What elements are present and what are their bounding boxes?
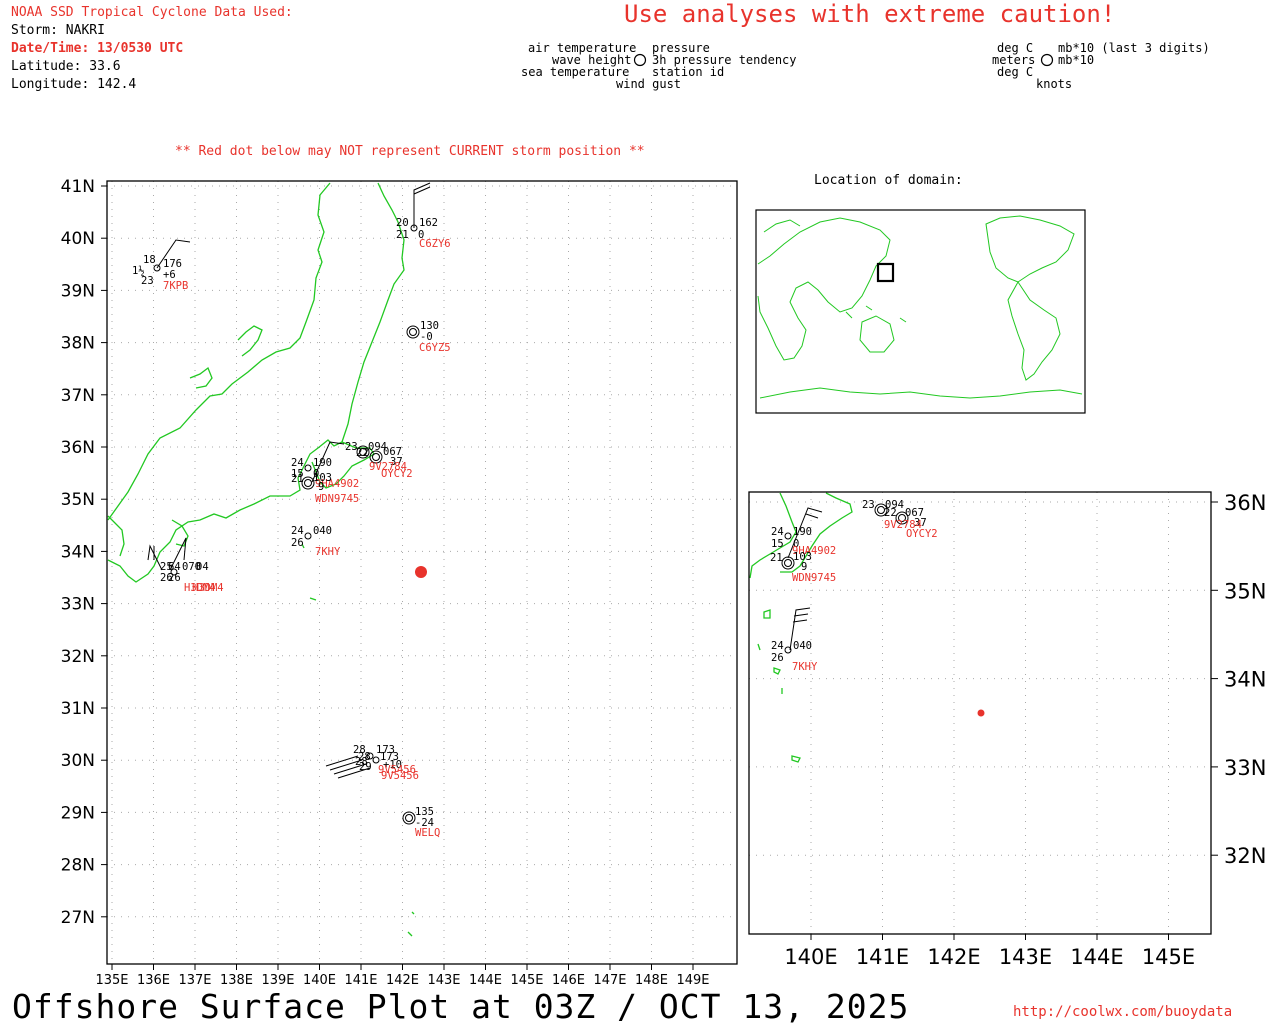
main-lon-label: 149E: [676, 973, 709, 988]
station-c6zy6-pressure: 162: [419, 217, 438, 229]
footer-title: Offshore Surface Plot at 03Z / OCT 13, 2…: [12, 987, 910, 1026]
station-7kpb-seatemp: 23: [141, 275, 154, 287]
station-7khy-pressure: 040: [313, 525, 332, 537]
svg-text:21: 21: [770, 552, 783, 564]
zoom-lon-label: 142E: [927, 945, 980, 969]
main-lon-label: 138E: [220, 973, 253, 988]
main-lon-label: 140E: [303, 973, 336, 988]
main-lat-label: 34N: [61, 542, 95, 562]
main-lon-label: 137E: [178, 973, 211, 988]
main-lat-label: 28N: [61, 856, 95, 876]
main-lat-label: 40N: [61, 229, 95, 249]
main-lat-label: 32N: [61, 647, 95, 667]
zoom-lon-label: 140E: [784, 945, 837, 969]
svg-text:23: 23: [862, 499, 875, 511]
svg-text:24: 24: [771, 526, 784, 538]
station-7kpb-id: 7KPB: [163, 280, 188, 292]
main-lon-label: 141E: [344, 973, 377, 988]
svg-text:15: 15: [771, 538, 784, 550]
svg-text:190: 190: [793, 526, 812, 538]
station-7khy-id: 7KHY: [315, 546, 341, 558]
zoom-lat-label: 36N: [1224, 491, 1266, 515]
inset-frame: [755, 209, 1086, 414]
station-welq-id: WELQ: [415, 827, 440, 839]
zoom-lon-label: 141E: [856, 945, 909, 969]
main-lon-label: 142E: [386, 973, 419, 988]
svg-text:21: 21: [291, 473, 304, 485]
station-oycy2-id: OYCY2: [381, 468, 413, 480]
svg-text:H3DM4: H3DM4: [192, 582, 224, 594]
main-lat-label: 41N: [61, 177, 95, 197]
svg-text:22: 22: [356, 447, 369, 459]
main-lat-label: 30N: [61, 751, 95, 771]
svg-text:04: 04: [196, 561, 209, 573]
zoom-map: 36N 35N 34N 33N 32N 140E 141E 142E 143E 144E 145E…: [748, 491, 1266, 969]
main-lon-label: 143E: [427, 973, 460, 988]
station-7kpb-airtemp: 18: [143, 254, 156, 266]
station-c6zy6-airtemp: 20: [396, 217, 409, 229]
zoom-lat-label: 35N: [1224, 579, 1266, 603]
main-lat-label: 29N: [61, 803, 95, 823]
legend-station-circle: [633, 53, 647, 67]
main-lon-label: 148E: [635, 973, 668, 988]
footer-url[interactable]: http://coolwx.com/buoydata: [1013, 1005, 1232, 1019]
zoom-lon-label: 144E: [1070, 945, 1123, 969]
zoom-lat-label: 32N: [1224, 844, 1266, 868]
station-c6zy6-id: C6ZY6: [419, 238, 451, 250]
svg-text:040: 040: [793, 640, 812, 652]
svg-text:22: 22: [884, 507, 897, 519]
station-c6yz5-id: C6YZ5: [419, 342, 451, 354]
main-lat-label: 36N: [61, 438, 95, 458]
main-lon-label: 146E: [552, 973, 585, 988]
storm-position-dot: [415, 566, 427, 578]
zoom-lat-label: 33N: [1224, 756, 1266, 780]
zoom-lat-label: 34N: [1224, 668, 1266, 692]
main-lon-label: 144E: [469, 973, 502, 988]
station-7khy-seatemp: 26: [291, 537, 304, 549]
map-canvas: 41N 40N 39N 38N 37N 36N 35N 34N 33N 32N 31N 30N 29N 2…: [61, 53, 1266, 988]
zoom-lon-label: 143E: [999, 945, 1052, 969]
svg-text:WDN9745: WDN9745: [792, 572, 836, 584]
svg-text:9V5456: 9V5456: [381, 770, 419, 782]
svg-text:26: 26: [168, 572, 181, 584]
svg-text:OYCY2: OYCY2: [906, 528, 938, 540]
station-c6zy6-seatemp: 21: [396, 229, 409, 241]
svg-text:7KHY: 7KHY: [792, 661, 818, 673]
legend-unit-circle: [1040, 53, 1054, 67]
zoom-storm-position-dot: [977, 709, 985, 717]
svg-text:26: 26: [771, 652, 784, 664]
zoom-lon-labels: 140E 141E 142E 143E 144E 145E: [784, 934, 1195, 969]
main-lat-label: 38N: [61, 334, 95, 354]
main-lon-labels: 135E 136E 137E 138E 139E 140E 141E 142E 143E 144E…: [95, 964, 710, 988]
main-lon-label: 147E: [593, 973, 626, 988]
zoom-stations: 23 094 22 067 37 9V2784 OYCY2 24 190 15 0 9H…: [770, 499, 938, 673]
station-7khy-airtemp: 24: [291, 525, 304, 537]
svg-text:29: 29: [359, 761, 372, 773]
main-lon-label: 135E: [95, 973, 128, 988]
zoom-lat-labels: 36N 35N 34N 33N 32N: [1211, 491, 1266, 868]
main-lon-label: 145E: [510, 973, 543, 988]
station-wdn9745-id: WDN9745: [315, 493, 359, 505]
main-lat-label: 33N: [61, 595, 95, 615]
svg-text:24: 24: [771, 640, 784, 652]
main-map: 41N 40N 39N 38N 37N 36N 35N 34N 33N 32N 31N 30N 29N 2…: [61, 177, 738, 988]
main-lat-label: 37N: [61, 386, 95, 406]
main-lat-label: 39N: [61, 281, 95, 301]
main-lat-labels: 41N 40N 39N 38N 37N 36N 35N 34N 33N 32N 31N 30N 29N 2…: [61, 177, 107, 928]
svg-text:9: 9: [318, 481, 324, 493]
main-lon-label: 136E: [137, 973, 170, 988]
zoom-lon-label: 145E: [1142, 945, 1195, 969]
inset-world-map: [755, 209, 1086, 414]
main-lat-label: 35N: [61, 490, 95, 510]
main-lat-label: 31N: [61, 699, 95, 719]
main-lon-label: 139E: [261, 973, 294, 988]
main-lat-label: 27N: [61, 908, 95, 928]
